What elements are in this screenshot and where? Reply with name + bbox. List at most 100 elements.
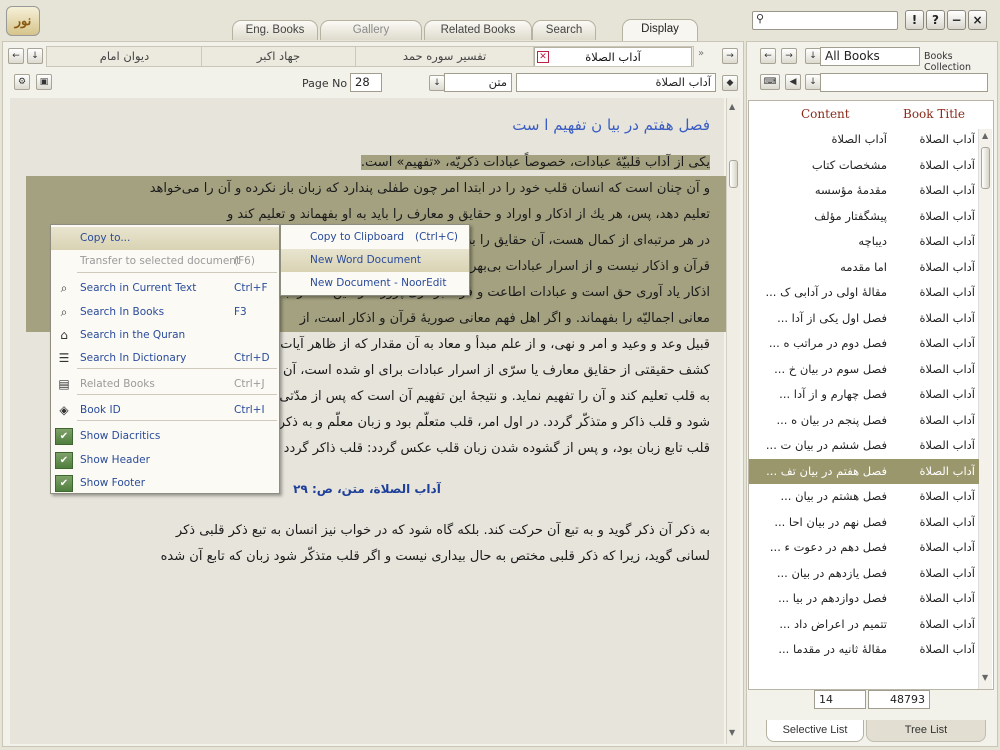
main-tab-related-books[interactable]: Related Books	[424, 20, 532, 40]
bookmark-tag-icon[interactable]: ◆	[722, 75, 738, 91]
rp-prev-icon[interactable]: ◀	[785, 74, 801, 90]
toc-search-input[interactable]	[820, 73, 988, 92]
nav-back-icon[interactable]: ←	[8, 48, 24, 64]
toc-scroll-thumb[interactable]	[981, 147, 990, 189]
doc-tab-adab-active[interactable]: آداب الصلاة	[534, 47, 692, 66]
col-title-header[interactable]: Book Title	[903, 107, 965, 121]
toc-row[interactable]: آداب الصلاة فصل سوم در بیان خ ...	[749, 357, 979, 383]
menu-item-show-footer[interactable]: ✔ Show Footer	[51, 472, 279, 495]
submenu-item-new-word-document[interactable]: New Word Document	[281, 249, 469, 272]
page-no-input[interactable]: 28	[350, 73, 382, 92]
toc-row[interactable]: آداب الصلاة آداب الصلاة	[749, 127, 979, 153]
toc-scroll-up-icon[interactable]: ▲	[982, 131, 988, 140]
toc-row[interactable]: آداب الصلاة مشخصات كتاب	[749, 153, 979, 179]
menu-item-book-id[interactable]: ◈ Book ID Ctrl+I	[51, 399, 279, 422]
toc-row[interactable]: آداب الصلاة دیباچه	[749, 229, 979, 255]
books-dropdown-icon[interactable]: ↓	[805, 48, 821, 64]
context-menu: Copy to... Transfer to selected document(…	[50, 224, 280, 494]
help-question-button[interactable]: ?	[926, 10, 945, 30]
page-current-field[interactable]: 14	[814, 690, 866, 709]
type-select[interactable]: متن	[444, 73, 512, 92]
toc-row[interactable]: آداب الصلاة فصل هشتم در بیان ...	[749, 484, 979, 510]
tab-selective-list[interactable]: Selective List	[766, 720, 864, 742]
toc-row[interactable]: آداب الصلاة فصل دوازدهم در بیا ...	[749, 586, 979, 612]
toc-row[interactable]: آداب الصلاة فصل چهارم و از آدا ...	[749, 382, 979, 408]
scroll-up-icon[interactable]: ▲	[729, 102, 735, 111]
menu-item-search-in-books[interactable]: ⌕ Search In Books F3	[51, 301, 279, 324]
document-scrollbar[interactable]: ▲ ▼	[726, 98, 740, 744]
keyboard-icon[interactable]: ⌨	[760, 74, 780, 90]
toc-row[interactable]: آداب الصلاة مقالهٔ اولی در آدابی ک ...	[749, 280, 979, 306]
toc-row[interactable]: آداب الصلاة فصل یازدهم در بیان ...	[749, 561, 979, 587]
toc-content: فصل نهم در بیان احا ...	[774, 514, 887, 529]
rp-forward-icon[interactable]: →	[781, 48, 797, 64]
toc-row[interactable]: آداب الصلاة تتمیم در اعراض داد ...	[749, 612, 979, 638]
settings-icon[interactable]: ⚙	[14, 74, 30, 90]
scroll-down-icon[interactable]: ▼	[729, 728, 735, 737]
rp-back-icon[interactable]: ←	[760, 48, 776, 64]
close-button[interactable]: ×	[968, 10, 987, 30]
text-line: قلب تابع زبان بود، و پس از گشوده شدن زبا…	[246, 436, 710, 462]
text-line: و آن چنان است كه انسان قلب خود را در ابت…	[150, 176, 710, 202]
toc-content: فصل هفتم در بیان تف ...	[766, 463, 887, 478]
type-dropdown-icon[interactable]: ↓	[429, 75, 445, 91]
book-collection-select[interactable]: All Books	[820, 47, 920, 66]
menu-item-label: Search In Dictionary	[80, 352, 187, 364]
doc-tab-jahad[interactable]: جهاد اکبر	[202, 47, 356, 66]
toc-row[interactable]: آداب الصلاة پیشگفتار مؤلف	[749, 204, 979, 230]
submenu-item-new-document-nooredit[interactable]: New Document - NoorEdit	[281, 272, 469, 295]
toc-content: مشخصات كتاب	[811, 157, 887, 172]
toc-content: فصل دوم در مراتب ه ...	[768, 336, 887, 350]
copy-to-submenu: Copy to Clipboard (Ctrl+C) New Word Docume…	[280, 224, 470, 296]
menu-item-label: Search In Books	[80, 306, 165, 318]
toc-book-title: آداب الصلاة	[919, 132, 975, 146]
toc-content: اما مقدمه	[840, 259, 887, 274]
help-exclaim-button[interactable]: !	[905, 10, 924, 30]
toc-row[interactable]: آداب الصلاة فصل ششم در بیان ت ...	[749, 433, 979, 459]
close-tab-icon[interactable]: ✕	[537, 51, 549, 63]
menu-item-copy-to[interactable]: Copy to...	[51, 227, 279, 250]
submenu-item-copy-to-clipboard[interactable]: Copy to Clipboard (Ctrl+C)	[281, 226, 469, 249]
toc-row[interactable]: آداب الصلاة مقدمهٔ مؤسسه	[749, 178, 979, 204]
menu-item-label: Transfer to selected document	[80, 255, 241, 267]
scroll-thumb[interactable]	[729, 160, 738, 188]
toc-scrollbar[interactable]: ▲ ▼	[978, 129, 992, 689]
menu-item-related-books[interactable]: ▤ Related Books Ctrl+J	[51, 373, 279, 396]
toc-row[interactable]: آداب الصلاة اما مقدمه	[749, 255, 979, 281]
global-search-input[interactable]	[752, 11, 898, 30]
menu-item-search-in-dictionary[interactable]: ☰ Search In Dictionary Ctrl+D	[51, 347, 279, 370]
doc-tab-tafsir[interactable]: تفسیر سوره حمد	[356, 47, 534, 66]
menu-item-label: Search in the Quran	[80, 329, 186, 341]
main-tab-eng-books[interactable]: Eng. Books	[232, 20, 318, 40]
main-tab-gallery[interactable]: Gallery	[320, 20, 422, 40]
section-title-field[interactable]: آداب الصلاة	[516, 73, 716, 92]
toc-content: فصل دوازدهم در بیا ...	[778, 591, 887, 605]
toc-row[interactable]: آداب الصلاة فصل اول یكی از آدا ...	[749, 306, 979, 332]
text-line-content: به ذكر آن ذكر گوید و به تبع آن حركت كند.…	[175, 523, 710, 538]
toc-row[interactable]: آداب الصلاة فصل پنجم در بیان ه ...	[749, 408, 979, 434]
toc-row[interactable]: آداب الصلاة فصل دوم در مراتب ه ...	[749, 331, 979, 357]
menu-item-show-header[interactable]: ✔ Show Header	[51, 449, 279, 472]
main-tab-search[interactable]: Search	[532, 20, 596, 40]
toc-row[interactable]: آداب الصلاة مقالهٔ ثانیه در مقدما ...	[749, 637, 979, 663]
nav-forward-icon[interactable]: →	[722, 48, 738, 64]
toc-scroll-down-icon[interactable]: ▼	[982, 673, 988, 682]
split-view-icon[interactable]: ▣	[36, 74, 52, 90]
rp-search-dropdown-icon[interactable]: ↓	[805, 74, 821, 90]
menu-item-search-in-the-quran[interactable]: ⌂ Search in the Quran	[51, 324, 279, 347]
toc-row[interactable]: آداب الصلاة فصل هفتم در بیان تف ...	[749, 458, 979, 484]
toc-row[interactable]: آداب الصلاة فصل نهم در بیان احا ...	[749, 510, 979, 536]
minimize-button[interactable]: −	[947, 10, 966, 30]
main-tab-display[interactable]: Display	[622, 19, 698, 41]
menu-item-transfer-to-selected-document[interactable]: Transfer to selected document (F6)	[51, 250, 279, 273]
tabs-scroll-icon[interactable]: »	[698, 48, 704, 59]
doc-tab-divan[interactable]: دیوان امام	[48, 47, 202, 66]
tab-list-dropdown-icon[interactable]: ↓	[27, 48, 43, 64]
menu-item-show-diacritics[interactable]: ✔ Show Diacritics	[51, 425, 279, 448]
tab-tree-list[interactable]: Tree List	[866, 720, 986, 742]
toc-content: آداب الصلاة	[831, 132, 887, 146]
menu-item-search-in-current-text[interactable]: ⌕ Search in Current Text Ctrl+F	[51, 277, 279, 300]
toc-row[interactable]: آداب الصلاة فصل دهم در دعوت ء ...	[749, 535, 979, 561]
col-content-header[interactable]: Content	[801, 107, 850, 121]
toc-book-title: آداب الصلاة	[919, 565, 975, 580]
